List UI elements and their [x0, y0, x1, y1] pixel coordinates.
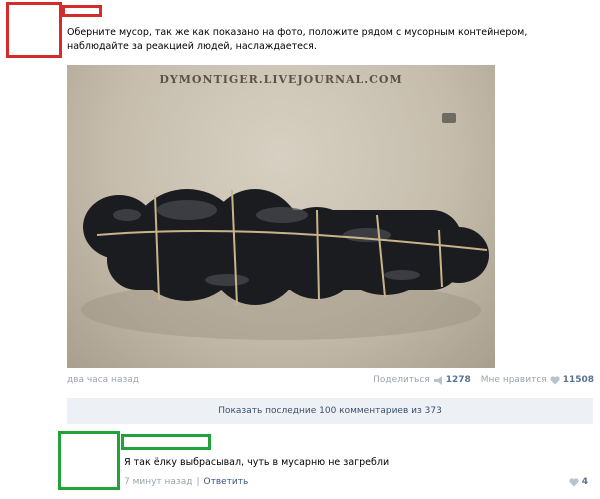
comment-text: Я так ёлку выбрасывал, чуть в мусарню не…: [124, 457, 390, 468]
heart-icon: [569, 477, 579, 486]
comment-like-button[interactable]: 4: [569, 477, 588, 487]
wrapped-bag-illustration: [81, 113, 489, 340]
post-text: Оберните мусор, так же как показано на ф…: [67, 27, 528, 52]
comment-meta: 7 минут назад | Ответить: [124, 477, 248, 487]
reply-button[interactable]: Ответить: [204, 477, 249, 487]
comment-like-count: 4: [581, 477, 588, 487]
post-photo[interactable]: DYMONTIGER.LIVEJOURNAL.COM: [67, 65, 495, 368]
comment-time[interactable]: 7 минут назад: [124, 477, 192, 487]
author-avatar-redacted[interactable]: [6, 2, 62, 58]
show-previous-comments-button[interactable]: Показать последние 100 комментариев из 3…: [67, 398, 593, 424]
commenter-avatar-redacted[interactable]: [58, 431, 120, 490]
megaphone-icon: [433, 375, 442, 385]
comment-meta-separator: |: [196, 477, 200, 487]
post-time[interactable]: два часа назад: [67, 375, 139, 385]
like-label: Мне нравится: [480, 375, 547, 385]
author-name-redacted[interactable]: [62, 5, 102, 17]
share-button[interactable]: Поделиться 1278: [373, 375, 471, 385]
like-button[interactable]: Мне нравится 11508: [481, 375, 594, 385]
like-count: 11508: [562, 375, 594, 385]
share-count: 1278: [445, 375, 471, 385]
post-actions: Поделиться 1278 Мне нравится 11508: [373, 375, 594, 385]
share-label: Поделиться: [373, 375, 430, 385]
heart-icon: [550, 375, 560, 384]
commenter-name-redacted[interactable]: [121, 434, 211, 450]
